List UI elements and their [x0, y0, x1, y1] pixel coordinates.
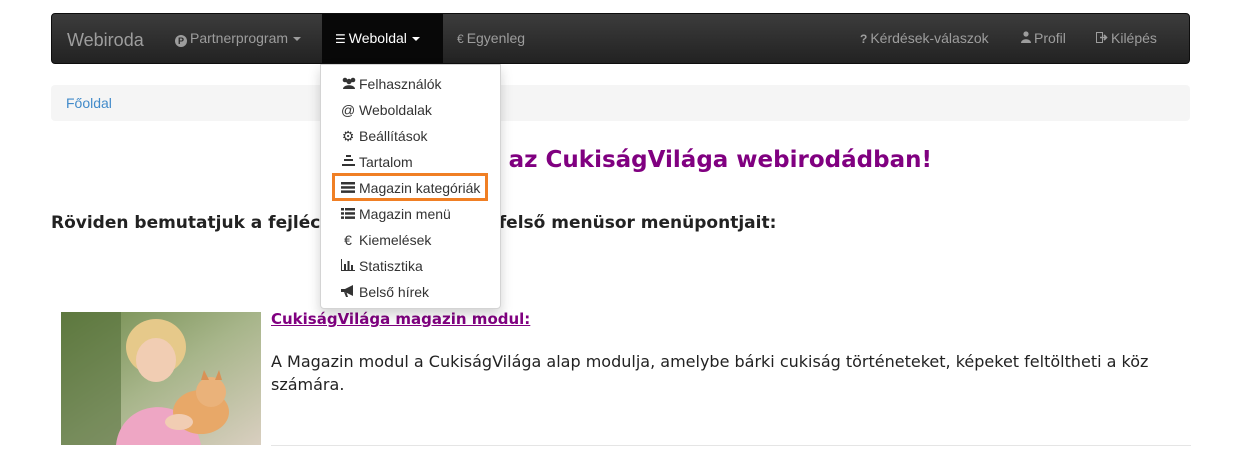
menu-item-label: Belső hírek — [359, 284, 430, 300]
user-icon — [1021, 15, 1031, 64]
question-icon: ? — [860, 32, 868, 46]
menu-item-magazin-menu[interactable]: Magazin menü — [341, 201, 451, 227]
menu-item-tartalom[interactable]: Tartalom — [341, 149, 413, 175]
menu-item-beallitasok[interactable]: ⚙ Beállítások — [341, 123, 428, 149]
at-icon: @ — [341, 102, 356, 118]
nav-partnerprogram-label: Partnerprogram — [190, 30, 289, 46]
menu-item-label: Tartalom — [359, 154, 413, 170]
menu-item-weboldalak[interactable]: @ Weboldalak — [341, 97, 432, 123]
breadcrumb: Főoldal — [51, 85, 1190, 121]
menu-item-label: Kiemelések — [359, 232, 432, 248]
nav-egyenleg-label: Egyenleg — [466, 30, 526, 46]
menu-item-label: Felhasználók — [359, 76, 442, 92]
nav-kerdesek-label: Kérdések-válaszok — [870, 30, 989, 46]
chevron-down-icon — [411, 37, 420, 42]
breadcrumb-home-link[interactable]: Főoldal — [66, 95, 112, 111]
brand-webiroda[interactable]: Webiroda — [67, 30, 144, 51]
nav-profil[interactable]: Profil — [1021, 14, 1066, 63]
nav-kilepes-label: Kilépés — [1111, 30, 1157, 46]
megaphone-icon — [341, 280, 355, 306]
divider — [271, 445, 1191, 446]
menu-item-label: Magazin menü — [359, 206, 451, 222]
nav-egyenleg[interactable]: € Egyenleg — [457, 14, 525, 63]
highlight-box — [332, 173, 488, 201]
nav-partnerprogram[interactable]: P Partnerprogram — [175, 14, 302, 63]
menu-item-felhasznalok[interactable]: Felhasználók — [341, 71, 442, 97]
partnerprogram-p-icon: P — [175, 35, 187, 47]
menu-item-label: Statisztika — [359, 258, 423, 274]
weboldal-icon: ☰ — [335, 32, 346, 46]
euro-icon: € — [344, 232, 352, 248]
nav-kerdesek[interactable]: ? Kérdések-válaszok — [860, 14, 989, 63]
logout-icon — [1096, 15, 1108, 64]
menu-item-statisztika[interactable]: Statisztika — [341, 253, 423, 279]
article-image[interactable] — [61, 312, 261, 445]
menu-item-belso-hirek[interactable]: Belső hírek — [341, 279, 429, 305]
top-navbar: Webiroda P Partnerprogram ☰ Weboldal € Egye… — [51, 13, 1190, 64]
nav-profil-label: Profil — [1034, 30, 1066, 46]
article-title-link[interactable]: CukiságVilága magazin modul: — [271, 310, 530, 328]
euro-icon: € — [457, 32, 464, 46]
nav-weboldal[interactable]: ☰ Weboldal — [322, 14, 443, 63]
menu-item-label: Weboldalak — [359, 102, 432, 118]
menu-item-kiemelesek[interactable]: € Kiemelések — [341, 227, 431, 253]
gear-icon: ⚙ — [341, 128, 355, 144]
chart-icon — [341, 254, 355, 280]
article-description: A Magazin modul a CukiságVilága alap mod… — [271, 352, 1149, 394]
nav-kilepes[interactable]: Kilépés — [1096, 14, 1157, 63]
nav-weboldal-label: Weboldal — [348, 30, 407, 46]
chevron-down-icon — [293, 37, 302, 42]
menu-item-label: Beállítások — [359, 128, 428, 144]
list-ul-icon — [341, 202, 355, 228]
users-icon — [341, 72, 356, 98]
